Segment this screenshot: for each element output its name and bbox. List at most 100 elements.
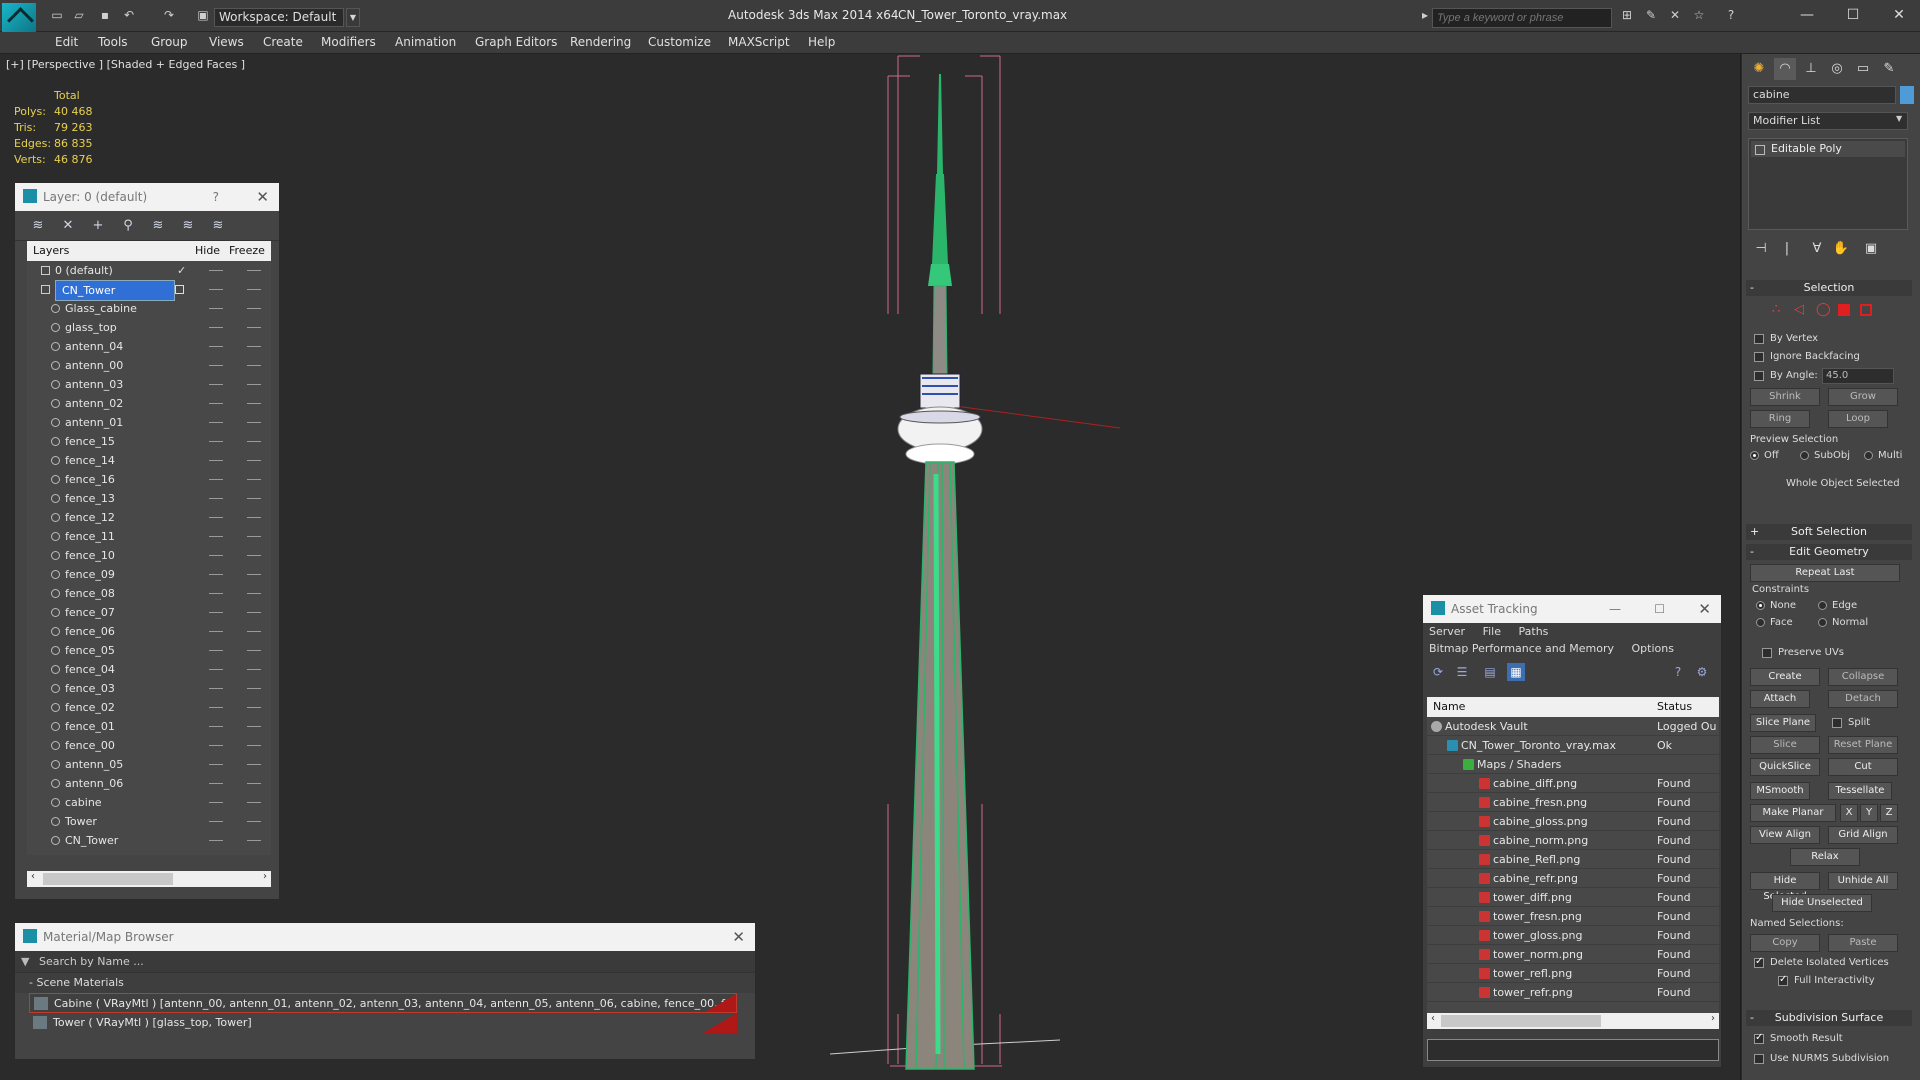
asset-row[interactable]: cabine_norm.png Found — [1427, 831, 1719, 850]
menu-bitmap-performance[interactable]: Bitmap Performance and Memory — [1429, 642, 1614, 655]
repeat-last-button[interactable]: Repeat Last — [1750, 564, 1900, 582]
preview-multi-radio[interactable] — [1864, 451, 1873, 460]
col-status[interactable]: Status — [1657, 700, 1692, 713]
layer-row[interactable]: fence_06 — [27, 622, 271, 641]
menu-edit[interactable]: Edit — [55, 35, 78, 49]
grow-button[interactable]: Grow — [1828, 388, 1898, 406]
freeze-toggle[interactable] — [247, 498, 261, 499]
layer-row[interactable]: antenn_03 — [27, 375, 271, 394]
hide-toggle[interactable] — [209, 441, 223, 442]
layer-row[interactable]: fence_08 — [27, 584, 271, 603]
freeze-toggle[interactable] — [247, 403, 261, 404]
asset-row[interactable]: cabine_fresn.png Found — [1427, 793, 1719, 812]
list-view-icon[interactable]: ☰ — [1453, 663, 1471, 681]
hide-toggle[interactable] — [209, 707, 223, 708]
layer-row[interactable]: antenn_00 — [27, 356, 271, 375]
layer-row[interactable]: Tower — [27, 812, 271, 831]
menu-modifiers[interactable]: Modifiers — [321, 35, 376, 49]
hide-toggle[interactable] — [209, 365, 223, 366]
new-file-icon[interactable]: ▭ — [50, 9, 64, 22]
freeze-toggle[interactable] — [247, 460, 261, 461]
expand-arrow-icon[interactable]: ▸ — [1418, 9, 1432, 22]
hide-toggle[interactable] — [209, 612, 223, 613]
layer-row[interactable]: 0 (default) ✓ — [27, 261, 271, 280]
open-file-icon[interactable]: ▱ — [72, 9, 86, 22]
active-layer-check-icon[interactable]: ✓ — [177, 261, 186, 280]
reset-plane-button[interactable]: Reset Plane — [1828, 736, 1898, 754]
communication-center-icon[interactable]: ✎ — [1644, 9, 1658, 22]
hide-toggle[interactable] — [209, 517, 223, 518]
hide-toggle[interactable] — [209, 384, 223, 385]
loop-button[interactable]: Loop — [1828, 410, 1888, 428]
hide-toggle[interactable] — [209, 631, 223, 632]
redo-icon[interactable]: ↷ — [162, 9, 176, 22]
layer-row[interactable]: antenn_05 — [27, 755, 271, 774]
layer-row[interactable]: fence_14 — [27, 451, 271, 470]
menu-group[interactable]: Group — [151, 35, 188, 49]
freeze-toggle[interactable] — [247, 669, 261, 670]
menu-animation[interactable]: Animation — [395, 35, 456, 49]
constraint-face-radio[interactable] — [1756, 618, 1765, 627]
asset-row[interactable]: CN_Tower_Toronto_vray.max Ok — [1427, 736, 1719, 755]
freeze-toggle[interactable] — [247, 384, 261, 385]
hide-toggle[interactable] — [209, 840, 223, 841]
make-unique-icon[interactable]: ∀ — [1806, 238, 1828, 260]
stack-item-editable-poly[interactable]: Editable Poly — [1751, 141, 1905, 157]
hide-toggle[interactable] — [209, 308, 223, 309]
chevron-down-icon[interactable]: ▼ — [1896, 114, 1902, 123]
hide-toggle[interactable] — [209, 574, 223, 575]
attach-button[interactable]: Attach — [1750, 690, 1810, 708]
object-color-swatch[interactable] — [1900, 86, 1914, 104]
workspace-dropdown[interactable]: Workspace: Default — [214, 8, 344, 27]
polygon-mode-icon[interactable] — [1838, 304, 1850, 316]
viewport-label[interactable]: [+] [Perspective ] [Shaded + Edged Faces… — [6, 58, 245, 71]
pin-stack-icon[interactable]: ⊣ — [1750, 238, 1772, 260]
by-vertex-checkbox[interactable] — [1754, 334, 1764, 344]
create-tab-icon[interactable]: ✺ — [1748, 58, 1770, 80]
make-planar-button[interactable]: Make Planar — [1750, 804, 1836, 822]
refresh-icon[interactable]: ⟳ — [1429, 663, 1447, 681]
shrink-button[interactable]: Shrink — [1750, 388, 1820, 406]
hide-toggle[interactable] — [209, 821, 223, 822]
scene-materials-group[interactable]: - Scene Materials — [15, 973, 755, 993]
layer-row[interactable]: fence_16 — [27, 470, 271, 489]
layer-row[interactable]: glass_top — [27, 318, 271, 337]
hide-toggle[interactable] — [209, 783, 223, 784]
planar-y-button[interactable]: Y — [1860, 804, 1878, 822]
motion-tab-icon[interactable]: ◎ — [1826, 58, 1848, 80]
layer-row[interactable]: fence_07 — [27, 603, 271, 622]
constraint-normal-radio[interactable] — [1818, 618, 1827, 627]
layer-row[interactable]: fence_05 — [27, 641, 271, 660]
help-icon[interactable]: ? — [1669, 663, 1687, 681]
favorites-star-icon[interactable]: ☆ — [1692, 9, 1706, 22]
border-mode-icon[interactable]: ◯ — [1816, 302, 1831, 317]
freeze-toggle[interactable] — [247, 574, 261, 575]
hide-toggle[interactable] — [209, 460, 223, 461]
search-options-icon[interactable]: ▼ — [21, 951, 29, 973]
add-to-layer-icon[interactable]: + — [89, 218, 107, 234]
highlight-layer-icon[interactable]: ≋ — [149, 218, 167, 234]
hide-toggle[interactable] — [209, 650, 223, 651]
layer-row[interactable]: fence_01 — [27, 717, 271, 736]
msmooth-button[interactable]: MSmooth — [1750, 782, 1810, 800]
freeze-toggle[interactable] — [247, 745, 261, 746]
ring-button[interactable]: Ring — [1750, 410, 1810, 428]
hide-all-layers-icon[interactable]: ≋ — [179, 218, 197, 234]
menu-rendering[interactable]: Rendering — [570, 35, 631, 49]
edit-geometry-rollout[interactable]: - Edit Geometry — [1746, 544, 1912, 560]
select-objects-icon[interactable]: ⚲ — [119, 218, 137, 234]
options-icon[interactable]: ⚙ — [1693, 663, 1711, 681]
freeze-toggle[interactable] — [247, 802, 261, 803]
planar-z-button[interactable]: Z — [1880, 804, 1898, 822]
freeze-all-layers-icon[interactable]: ≋ — [209, 218, 227, 234]
scroll-right-icon[interactable]: › — [1711, 1013, 1715, 1024]
menu-paths[interactable]: Paths — [1519, 625, 1549, 638]
layer-row[interactable]: fence_10 — [27, 546, 271, 565]
menu-help[interactable]: Help — [808, 35, 835, 49]
asset-row[interactable]: tower_refl.png Found — [1427, 964, 1719, 983]
soft-selection-rollout[interactable]: + Soft Selection — [1746, 524, 1912, 540]
hide-toggle[interactable] — [209, 327, 223, 328]
hide-toggle[interactable] — [209, 688, 223, 689]
preview-subobj-radio[interactable] — [1800, 451, 1809, 460]
hierarchy-tab-icon[interactable]: ⊥ — [1800, 58, 1822, 80]
